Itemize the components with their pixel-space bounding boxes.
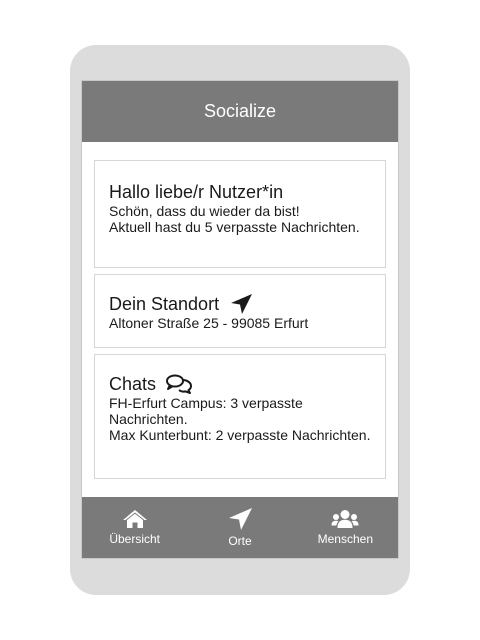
nav-label-overview: Übersicht [109,532,160,546]
comments-icon [166,374,193,394]
chats-card[interactable]: Chats FH-Erfurt Campus: 3 verpasste Nach… [94,354,386,479]
home-icon [122,510,147,528]
location-address: Altoner Straße 25 - 99085 Erfurt [109,315,309,331]
location-arrow-icon [228,508,252,530]
nav-label-people: Menschen [317,532,373,546]
chats-title: Chats [109,374,157,394]
greeting-card: Hallo liebe/r Nutzer*in Schön, dass du w… [94,160,386,268]
nav-label-places: Orte [228,534,252,548]
location-arrow-icon [229,293,253,315]
nav-item-overview[interactable]: Übersicht [82,497,187,558]
nav-item-places[interactable]: Orte [187,497,292,558]
chat-item[interactable]: Max Kunterbunt: 2 verpasste Nachrichten. [109,427,371,443]
missed-messages-line: Aktuell hast du 5 verpasste Nachrichten. [109,219,360,235]
app-screen: Socialize Hallo liebe/r Nutzer*in Schön,… [81,80,399,559]
app-title: Socialize [203,101,277,121]
location-title: Dein Standort [109,294,220,314]
nav-item-people[interactable]: Menschen [293,497,398,558]
chat-item[interactable]: FH-Erfurt Campus: 3 verpasste Nachrichte… [109,395,371,427]
location-heading: Dein Standort [109,293,371,315]
bottom-nav: Übersicht Orte Menschen [82,497,398,558]
chats-heading: Chats [109,373,371,395]
top-bar: Socialize [82,81,398,142]
greeting-line: Schön, dass du wieder da bist! [109,203,300,219]
location-card[interactable]: Dein Standort Altoner Straße 25 - 99085 … [94,274,386,348]
greeting-title: Hallo liebe/r Nutzer*in [109,182,284,202]
users-icon [331,510,359,528]
